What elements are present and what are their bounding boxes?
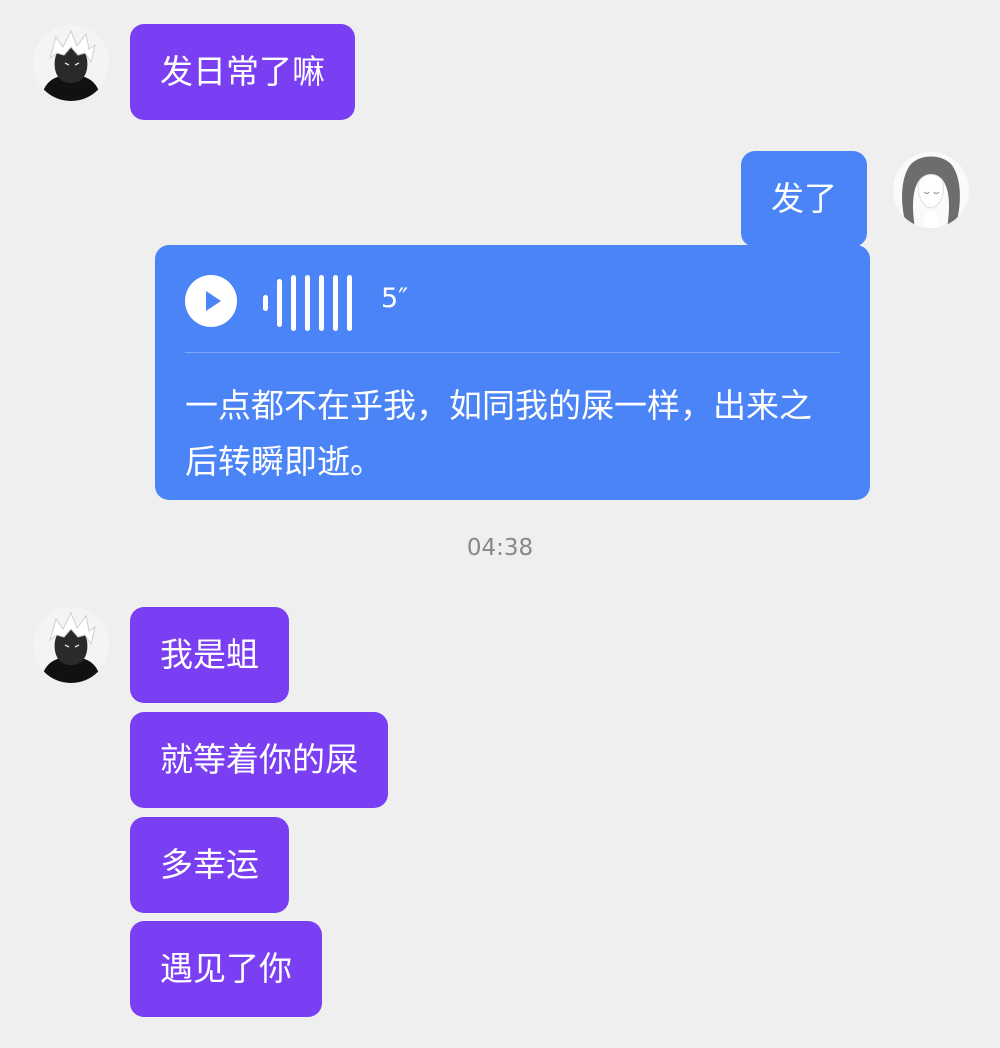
- message-bubble[interactable]: 就等着你的屎: [130, 712, 388, 808]
- message-bubble[interactable]: 发了: [741, 151, 867, 247]
- message-timestamp: 04:38: [466, 535, 534, 561]
- voice-transcript: 一点都不在乎我，如同我的屎一样，出来之后转瞬即逝。: [185, 386, 812, 481]
- message-bubble[interactable]: 发日常了嘛: [130, 24, 355, 120]
- message-bubble[interactable]: 多幸运: [130, 817, 289, 913]
- contact-avatar-icon: [33, 607, 109, 683]
- play-button[interactable]: [185, 275, 237, 327]
- voice-message[interactable]: 5″ 一点都不在乎我，如同我的屎一样，出来之后转瞬即逝。: [155, 245, 870, 500]
- divider: [185, 352, 840, 353]
- play-icon: [185, 275, 237, 327]
- self-avatar-icon: [893, 152, 969, 228]
- waveform-icon: [263, 275, 355, 331]
- message-bubble[interactable]: 我是蛆: [130, 607, 289, 703]
- contact-avatar[interactable]: [33, 607, 109, 683]
- message-bubble[interactable]: 遇见了你: [130, 921, 322, 1017]
- contact-avatar[interactable]: [33, 25, 109, 101]
- voice-duration: 5″: [381, 283, 409, 314]
- contact-avatar-icon: [33, 25, 109, 101]
- self-avatar[interactable]: [893, 152, 969, 228]
